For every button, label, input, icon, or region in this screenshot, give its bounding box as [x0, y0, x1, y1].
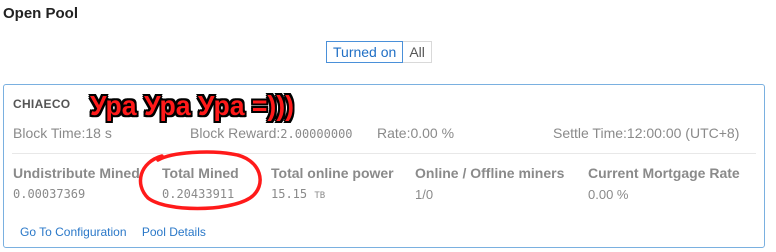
block-time: Block Time:18 s — [13, 125, 112, 141]
stat-undistribute-label: Undistribute Mined — [13, 165, 140, 181]
stat-online-power-label: Total online power — [271, 165, 394, 181]
stat-miners: Online / Offline miners 1/0 — [415, 165, 564, 202]
go-to-configuration-link[interactable]: Go To Configuration — [20, 225, 127, 239]
pool-info-row: Block Time:18 s Block Reward:2.00000000 … — [4, 125, 764, 143]
block-time-label: Block Time: — [13, 125, 86, 141]
toggle-all[interactable]: All — [403, 41, 432, 63]
stat-miners-value: 1/0 — [415, 187, 434, 202]
settle-time: Settle Time:12:00:00 (UTC+8) — [553, 125, 739, 141]
pool-details-link[interactable]: Pool Details — [142, 225, 206, 239]
settle-time-value: 12:00:00 (UTC+8) — [626, 125, 740, 141]
stat-undistribute-value: 0.00037369 — [13, 187, 86, 201]
settle-time-label: Settle Time: — [553, 125, 627, 141]
stat-mortgage-value: 0.00 % — [588, 187, 629, 202]
stat-undistribute: Undistribute Mined 0.00037369 — [13, 165, 140, 201]
rate-value: 0.00 % — [410, 125, 455, 141]
pool-name: CHIAECO — [13, 97, 71, 111]
rate-label: Rate: — [377, 125, 411, 141]
stat-miners-label: Online / Offline miners — [415, 165, 565, 181]
page-title: Open Pool — [3, 5, 78, 22]
stat-online-power-unit: TB — [314, 191, 326, 201]
stat-online-power-value-wrap: 15.15 TB — [271, 187, 394, 201]
card-divider — [12, 153, 756, 154]
stat-online-power: Total online power 15.15 TB — [271, 165, 394, 201]
card-links: Go To Configuration Pool Details — [20, 225, 218, 239]
stat-mortgage: Current Mortgage Rate 0.00 % — [588, 165, 740, 202]
filter-toggle: Turned on All — [326, 41, 432, 63]
annotation-overlay-text: Ура Ура Ура =))) — [90, 90, 295, 121]
block-reward: Block Reward:2.00000000 — [190, 125, 353, 141]
stat-online-power-value: 15.15 — [271, 187, 308, 201]
toggle-turned-on[interactable]: Turned on — [326, 41, 404, 63]
block-reward-label: Block Reward: — [190, 125, 281, 141]
stat-mortgage-label: Current Mortgage Rate — [588, 165, 740, 181]
rate: Rate:0.00 % — [377, 125, 454, 141]
block-reward-value: 2.00000000 — [280, 127, 353, 141]
annotation-circle — [138, 150, 262, 211]
block-time-value: 18 s — [85, 125, 112, 141]
